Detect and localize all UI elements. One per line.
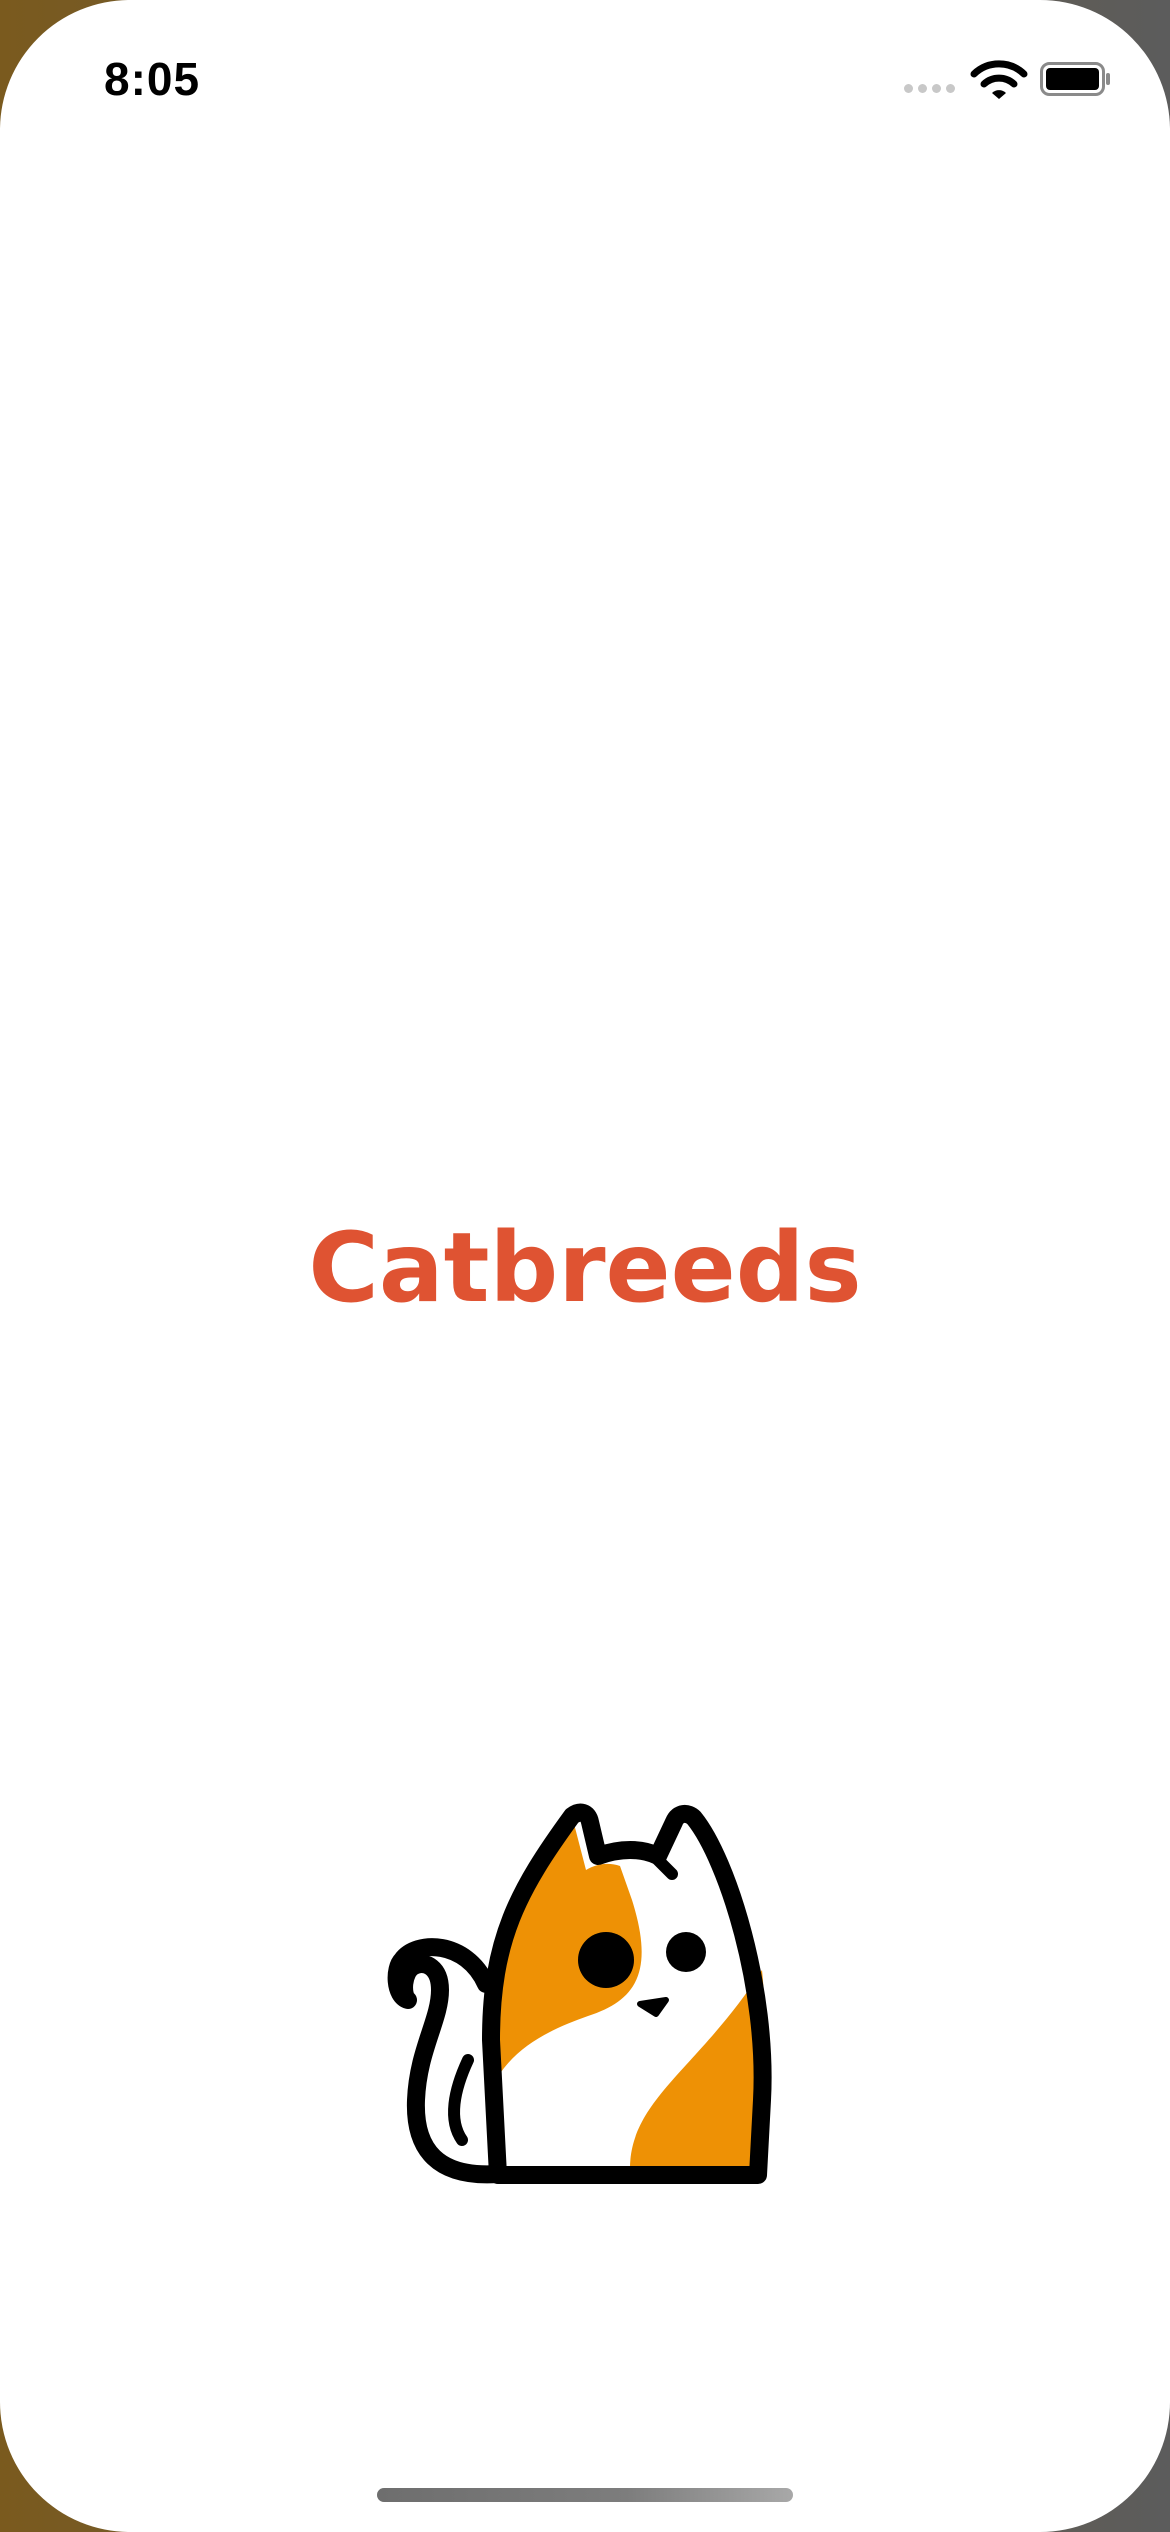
status-time: 8:05 — [104, 53, 201, 105]
status-bar: 8:05 — [0, 0, 1170, 150]
home-indicator[interactable] — [377, 2488, 793, 2502]
calico-cat-logo — [387, 1803, 772, 2184]
cellular-signal-icon — [904, 84, 958, 94]
battery-icon — [1040, 62, 1110, 96]
wifi-icon — [970, 60, 1028, 99]
app-title: Catbreeds — [308, 1212, 862, 1324]
app-screen: 8:05 Catbreeds — [0, 0, 1170, 2532]
